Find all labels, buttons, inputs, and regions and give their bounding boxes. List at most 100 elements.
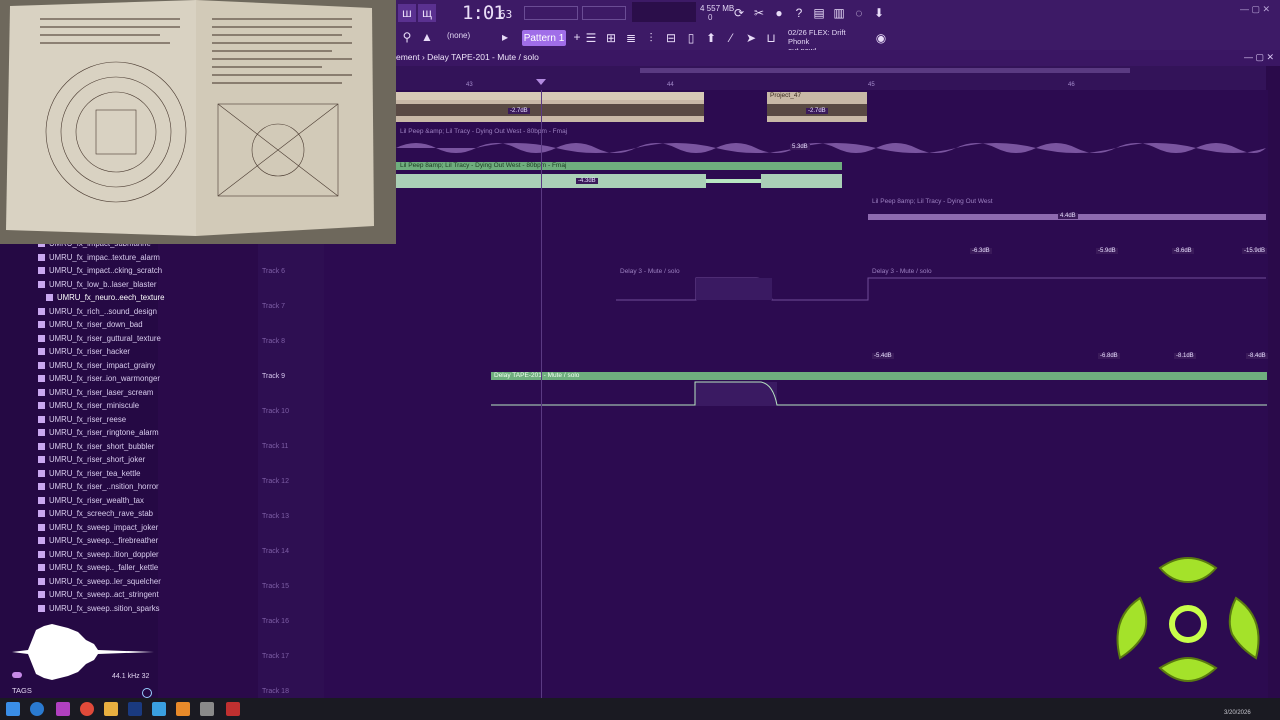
browser-item[interactable]: UMRU_fx_neuro..eech_texture — [46, 291, 164, 304]
link-icon[interactable]: ⚲ — [398, 28, 416, 46]
master-pitch-slider[interactable] — [582, 6, 626, 20]
track-6-label[interactable]: Track 6 — [262, 268, 285, 275]
app-icon-4[interactable] — [226, 702, 240, 716]
browser-item[interactable]: UMRU_fx_rich_..sound_design — [38, 305, 157, 318]
browser-item[interactable]: UMRU_fx_impac..texture_alarm — [38, 251, 160, 264]
globe-icon[interactable]: ◉ — [872, 29, 890, 47]
track-18-label[interactable]: Track 18 — [262, 688, 289, 695]
browser-item[interactable]: UMRU_fx_sweep.._firebreather — [38, 534, 158, 547]
volume-label-4: -4.3dB — [576, 178, 598, 184]
wand-icon[interactable]: ⁄ — [722, 29, 740, 47]
stamp-icon[interactable]: ▲ — [418, 28, 436, 46]
tags-label[interactable]: TAGS — [12, 686, 32, 695]
delay-tape-automation[interactable] — [491, 380, 1267, 408]
browser-item[interactable]: UMRU_fx_screech_rave_stab — [38, 507, 153, 520]
track-10-label[interactable]: Track 10 — [262, 408, 289, 415]
chrome-icon[interactable] — [80, 702, 94, 716]
track-9-label[interactable]: Track 9 — [262, 373, 285, 380]
track-13-label[interactable]: Track 13 — [262, 513, 289, 520]
master-volume-slider[interactable] — [524, 6, 578, 20]
browser-item[interactable]: UMRU_fx_riser_guttural_texture — [38, 332, 161, 345]
mic-icon[interactable]: ● — [770, 4, 788, 22]
volume-label-2: -2.7dB — [806, 108, 828, 114]
browser-item[interactable]: UMRU_fx_riser_hacker — [38, 345, 130, 358]
waveform-green[interactable] — [396, 170, 842, 192]
browser-item[interactable]: UMRU_fx_sweep_impact_joker — [38, 521, 158, 534]
clip-project-block-1[interactable] — [396, 92, 704, 122]
track-8-label[interactable]: Track 8 — [262, 338, 285, 345]
track-15-label[interactable]: Track 15 — [262, 583, 289, 590]
browser-item[interactable]: UMRU_fx_riser_miniscule — [38, 399, 139, 412]
menu-icon[interactable]: ш — [398, 4, 416, 22]
plugin-db-icon[interactable]: ⬆ — [702, 29, 720, 47]
browser-item[interactable]: UMRU_fx_riser_ringtone_alarm — [38, 426, 159, 439]
taskbar-clock: 3/20/2026 — [1224, 710, 1251, 716]
browser-item[interactable]: UMRU_fx_impact..cking_scratch — [38, 264, 162, 277]
browser-item[interactable]: UMRU_fx_sweep..ler_squelcher — [38, 575, 161, 588]
cart-icon[interactable]: ⊔ — [762, 29, 780, 47]
search-icon[interactable] — [142, 688, 152, 698]
horizontal-scrollbar[interactable] — [640, 68, 1130, 73]
app-icon-3[interactable] — [200, 702, 214, 716]
browser-item[interactable]: UMRU_fx_sweep..sition_sparks — [38, 602, 160, 615]
export-icon[interactable]: ▥ — [830, 4, 848, 22]
browser-item-label: UMRU_fx_riser_reese — [49, 414, 127, 424]
mixer-icon[interactable]: ⫶ — [642, 29, 660, 47]
browser-item[interactable]: UMRU_fx_sweep..ition_doppler — [38, 548, 159, 561]
tempo-icon[interactable]: щ — [418, 4, 436, 22]
browser-item-label: UMRU_fx_riser_..nsition_horror — [49, 482, 159, 491]
browser-item[interactable]: UMRU_fx_sweep.._faller_kettle — [38, 561, 158, 574]
download-icon[interactable]: ⬇ — [870, 4, 888, 22]
pattern-selector[interactable]: Pattern 1 — [522, 30, 566, 46]
fl-studio-icon[interactable] — [176, 702, 190, 716]
browser-icon[interactable]: ≣ — [622, 29, 640, 47]
playlist-window-controls[interactable]: — ▢ ✕ — [1244, 52, 1274, 63]
chat-icon[interactable]: ◌ — [850, 4, 868, 22]
playlist-icon[interactable]: ☰ — [582, 29, 600, 47]
cut-icon[interactable]: ✂ — [750, 4, 768, 22]
play-icon[interactable]: ▸ — [496, 28, 514, 46]
app-icon-1[interactable] — [56, 702, 70, 716]
cpu-polyphony: 0 — [708, 13, 713, 22]
track-17-label[interactable]: Track 17 — [262, 653, 289, 660]
app-icon-2[interactable] — [152, 702, 166, 716]
track-16-label[interactable]: Track 16 — [262, 618, 289, 625]
browser-item[interactable]: UMRU_fx_riser_..nsition_horror — [38, 480, 159, 493]
play-preview-icon[interactable] — [12, 672, 22, 678]
track-12-label[interactable]: Track 12 — [262, 478, 289, 485]
window-controls[interactable]: — ▢ ✕ — [1240, 4, 1270, 15]
start-icon[interactable] — [6, 702, 20, 716]
piano-roll-icon[interactable]: ⊞ — [602, 29, 620, 47]
browser-item[interactable]: UMRU_fx_riser_short_bubbler — [38, 440, 154, 453]
track-7-label[interactable]: Track 7 — [262, 303, 285, 310]
photoshop-icon[interactable] — [128, 702, 142, 716]
browser-item[interactable]: UMRU_fx_low_b..laser_blaster — [38, 278, 156, 291]
delay-tape-clip-header[interactable] — [491, 372, 1267, 380]
track-11-label[interactable]: Track 11 — [262, 443, 288, 450]
playhead-marker-icon[interactable] — [536, 79, 546, 85]
delay-automation-1[interactable] — [616, 276, 1266, 302]
channel-rack-icon[interactable]: ⊟ — [662, 29, 680, 47]
plugin-icon[interactable]: ▯ — [682, 29, 700, 47]
help-icon[interactable]: ? — [790, 4, 808, 22]
browser-item[interactable]: UMRU_fx_riser_impact_grainy — [38, 359, 155, 372]
browser-item[interactable]: UMRU_fx_riser..ion_warmonger — [38, 372, 160, 385]
browser-item[interactable]: UMRU_fx_riser_wealth_tax — [38, 494, 144, 507]
browser-item[interactable]: UMRU_fx_riser_laser_scream — [38, 386, 153, 399]
audio-file-icon — [38, 537, 45, 544]
arrow-icon[interactable]: ➤ — [742, 29, 760, 47]
folder-icon[interactable] — [104, 702, 118, 716]
waveform-purple[interactable] — [396, 136, 1266, 160]
undo-icon[interactable]: ⟳ — [730, 4, 748, 22]
browser-item[interactable]: UMRU_fx_riser_down_bad — [38, 318, 143, 331]
edge-icon[interactable] — [30, 702, 44, 716]
browser-item[interactable]: UMRU_fx_riser_tea_kettle — [38, 467, 140, 480]
browser-item[interactable]: UMRU_fx_sweep..act_stringent — [38, 588, 159, 601]
pattern-picker-none[interactable]: (none) — [447, 31, 470, 40]
browser-item-label: UMRU_fx_rich_..sound_design — [49, 306, 157, 316]
browser-item-label: UMRU_fx_sweep.._faller_kettle — [49, 563, 159, 572]
track-14-label[interactable]: Track 14 — [262, 548, 289, 555]
browser-item[interactable]: UMRU_fx_riser_reese — [38, 413, 126, 426]
save-icon[interactable]: ▤ — [810, 4, 828, 22]
browser-item[interactable]: UMRU_fx_riser_short_joker — [38, 453, 145, 466]
